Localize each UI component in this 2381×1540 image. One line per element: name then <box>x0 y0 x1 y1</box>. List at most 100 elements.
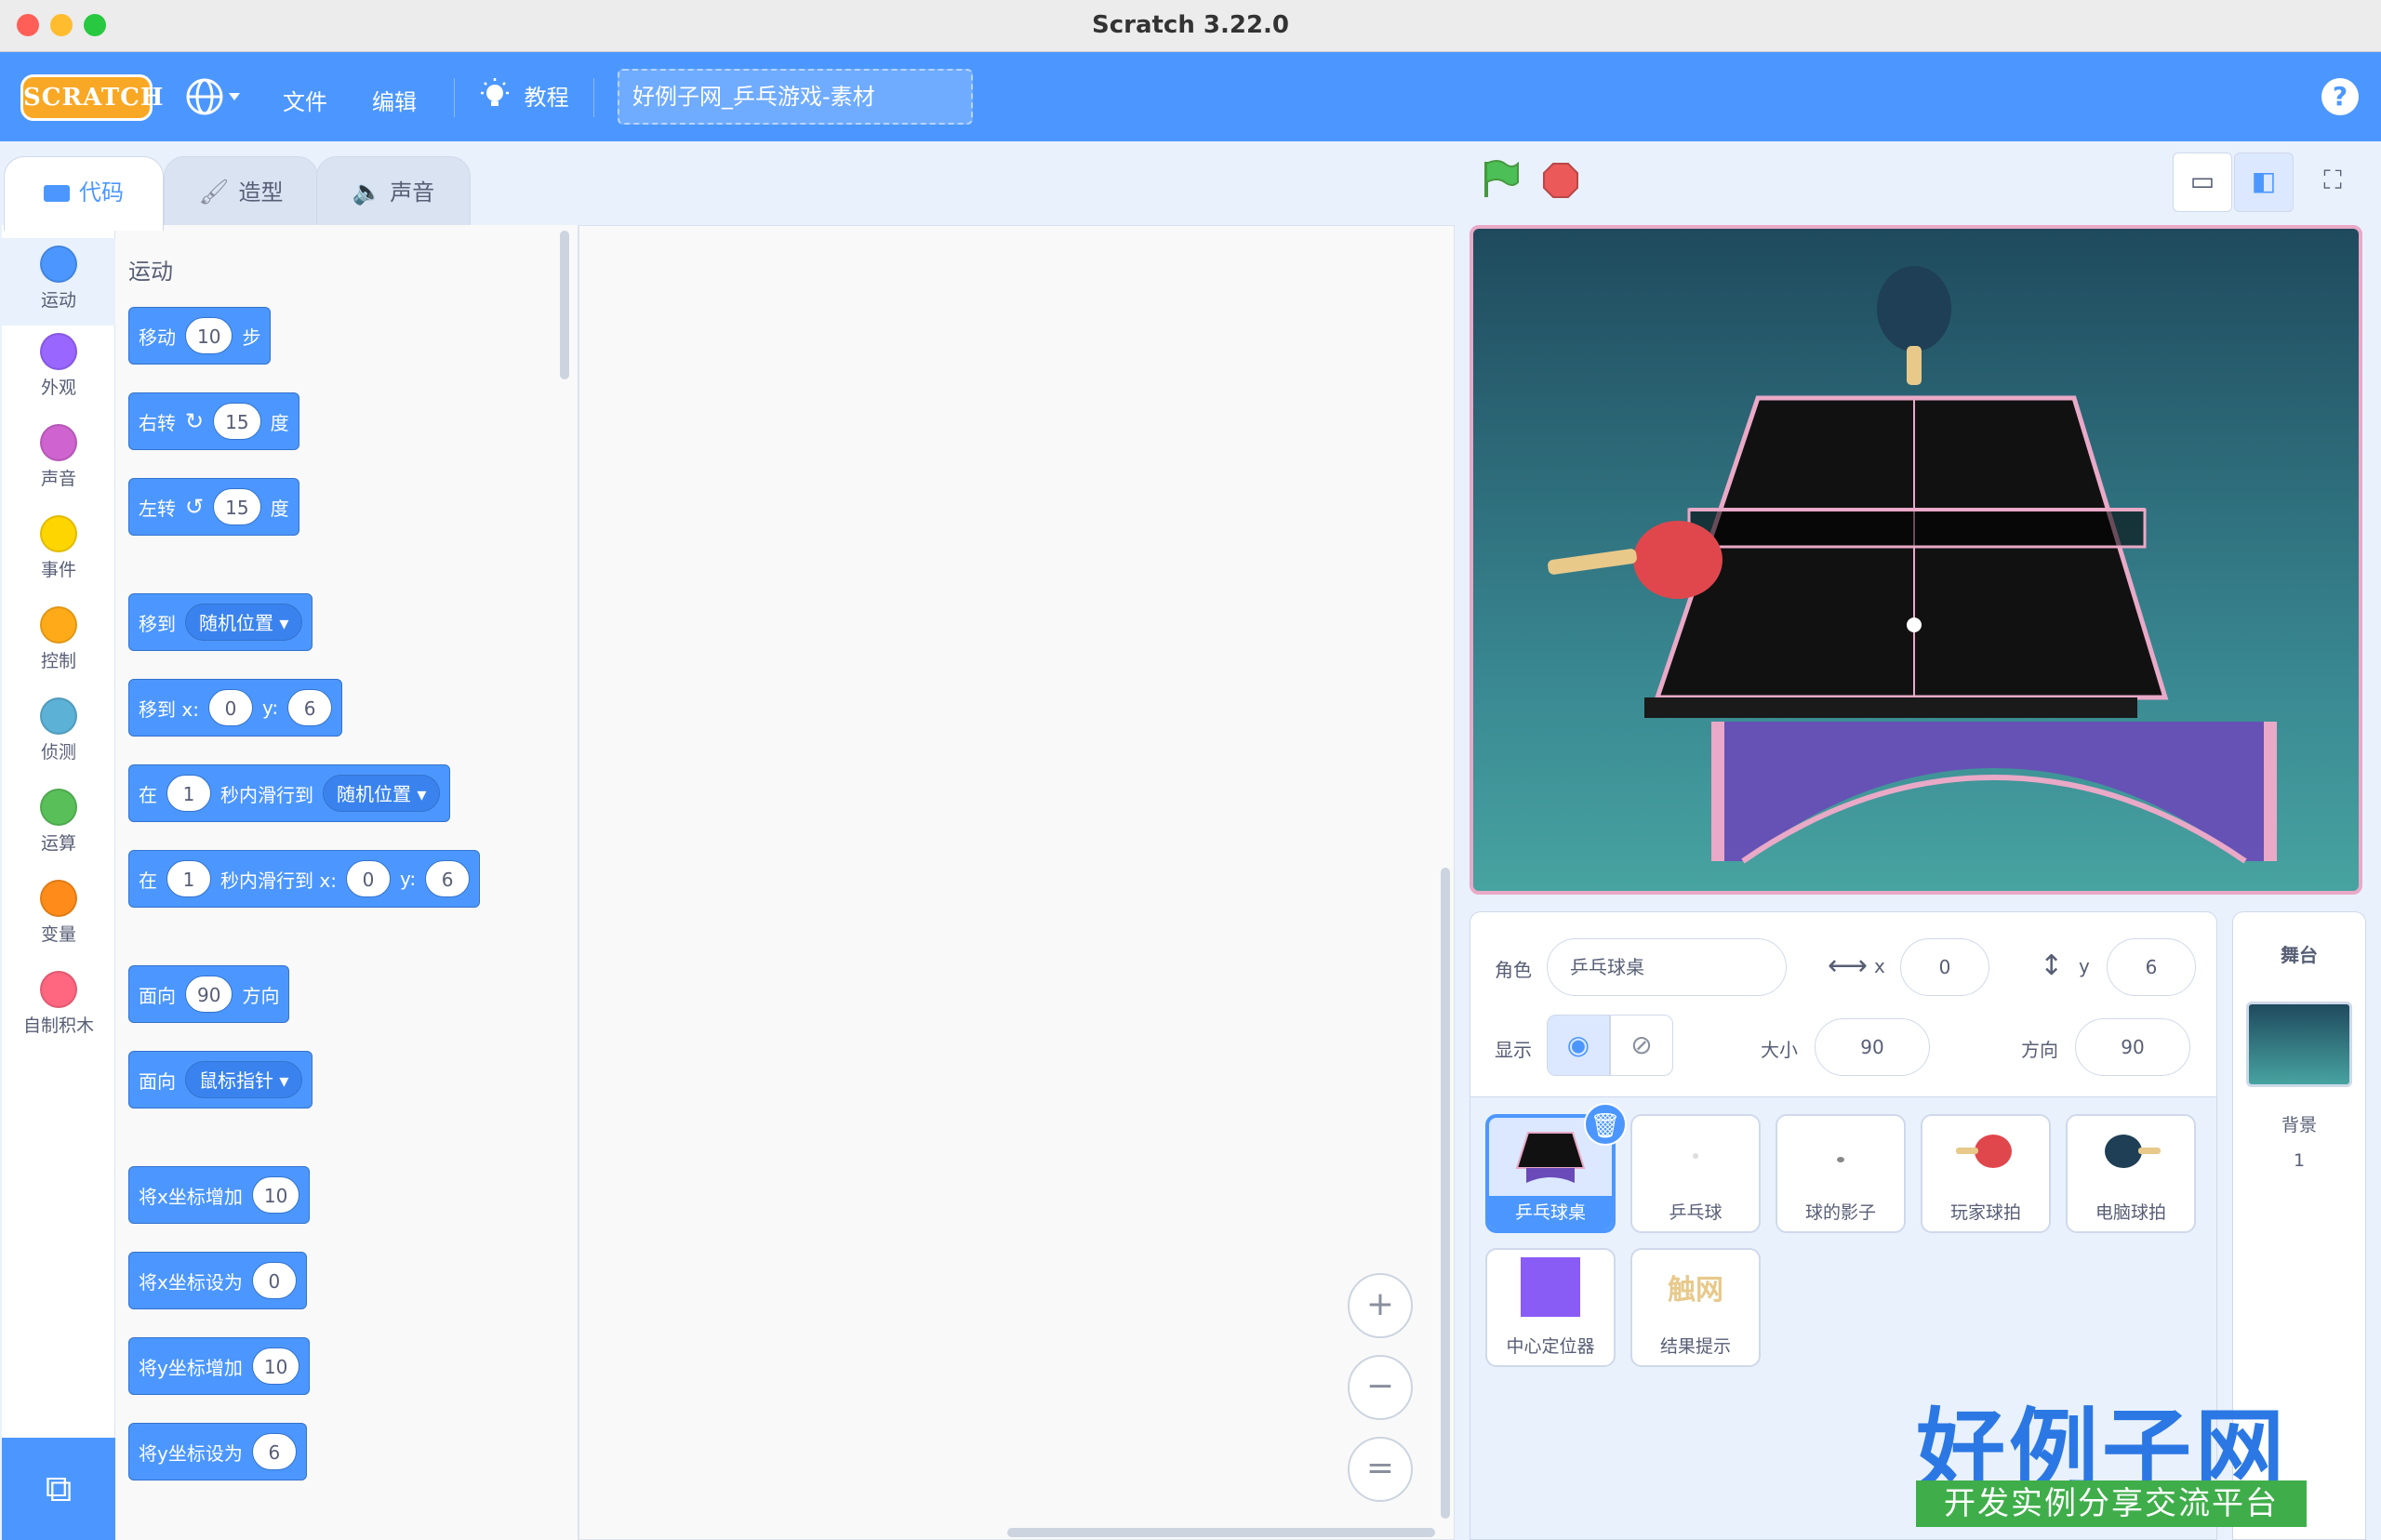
globe-icon <box>186 78 240 115</box>
direction-input[interactable]: 90 <box>2075 1018 2190 1076</box>
category-control[interactable]: 控制 <box>2 599 115 672</box>
sprite-tile[interactable]: 乒乓球 <box>1630 1114 1761 1233</box>
small-stage-button[interactable]: ▭ <box>2173 153 2232 212</box>
tab-code-label: 代码 <box>79 179 124 206</box>
category-operators[interactable]: 运算 <box>2 781 115 855</box>
block-number-input[interactable]: 0 <box>207 689 253 726</box>
category-variables[interactable]: 变量 <box>2 872 115 946</box>
turn-left-block[interactable]: 左转 ↺ 15 度 <box>128 478 299 536</box>
block-number-input[interactable]: 6 <box>425 860 471 897</box>
sprite-tile[interactable]: 电脑球拍 <box>2066 1114 2196 1233</box>
y-input[interactable]: 6 <box>2107 938 2196 996</box>
add-extension-button[interactable]: ⧉ <box>2 1438 115 1540</box>
goto-block[interactable]: 移到 随机位置 ▾ <box>128 593 313 651</box>
tab-sounds[interactable]: 🔈 声音 <box>316 156 471 227</box>
category-events[interactable]: 事件 <box>2 508 115 581</box>
stage-canvas[interactable] <box>1470 225 2362 895</box>
category-sound[interactable]: 声音 <box>2 417 115 490</box>
stop-icon[interactable] <box>1542 162 1579 199</box>
file-menu[interactable]: 文件 <box>283 84 327 116</box>
block-number-input[interactable]: 1 <box>166 860 211 897</box>
direction-label: 方向 <box>2021 1039 2058 1061</box>
category-label: 声音 <box>40 469 76 489</box>
glide-xy-block[interactable]: 在 1 秒内滑行到 x: 0 y: 6 <box>128 850 481 908</box>
sprite-name: 乒乓球 <box>1669 1202 1723 1223</box>
block-number-input[interactable]: 6 <box>287 689 333 726</box>
block-dropdown[interactable]: 鼠标指针 ▾ <box>185 1061 303 1098</box>
point-direction-block[interactable]: 面向 90 方向 <box>128 965 290 1023</box>
x-input[interactable]: 0 <box>1900 938 1989 996</box>
block-number-input[interactable]: 90 <box>185 976 233 1013</box>
sprite-tile[interactable]: 球的影子 <box>1776 1114 1906 1233</box>
category-sensing[interactable]: 侦测 <box>2 690 115 763</box>
tab-costumes[interactable]: 🖌 造型 <box>164 156 318 227</box>
menu-bar: SCRATCH 文件 编辑 教程 好例子网_乒乓游戏-素材 ? <box>0 52 2381 141</box>
sprite-thumbnail <box>1515 1132 1586 1183</box>
block-number-input[interactable]: 15 <box>213 488 261 525</box>
script-horizontal-scrollbar[interactable] <box>1007 1528 1435 1537</box>
category-looks[interactable]: 外观 <box>2 325 115 399</box>
menu-divider <box>593 78 594 117</box>
sprite-thumbnail <box>1693 1153 1698 1159</box>
block-number-input[interactable]: 1 <box>166 775 211 812</box>
block-dropdown[interactable]: 随机位置 ▾ <box>323 775 441 812</box>
turn-right-block[interactable]: 右转 ↻ 15 度 <box>128 392 299 450</box>
change-x-block[interactable]: 将x坐标增加 10 <box>128 1166 311 1224</box>
dropdown-arrow-icon: ▾ <box>279 612 289 634</box>
category-motion[interactable]: 运动 <box>2 238 115 325</box>
set-x-block[interactable]: 将x坐标设为 0 <box>128 1252 307 1309</box>
backdrops-label: 背景 <box>2281 1115 2317 1135</box>
sprite-tile[interactable]: 玩家球拍 <box>1921 1114 2051 1233</box>
delete-sprite-button[interactable]: 🗑 <box>1584 1103 1627 1146</box>
category-label: 变量 <box>40 924 76 945</box>
script-area[interactable]: + − = <box>579 225 1455 1540</box>
dropdown-value: 随机位置 <box>337 783 411 805</box>
scratch-logo[interactable]: SCRATCH <box>20 74 163 121</box>
size-label: 大小 <box>1761 1039 1798 1061</box>
block-dropdown[interactable]: 随机位置 ▾ <box>185 604 303 641</box>
zoom-in-button[interactable]: + <box>1348 1273 1413 1338</box>
speaker-icon: 🔈 <box>352 179 383 206</box>
change-y-block[interactable]: 将y坐标增加 10 <box>128 1337 311 1395</box>
zoom-out-button[interactable]: − <box>1348 1355 1413 1420</box>
block-number-input[interactable]: 10 <box>185 317 233 354</box>
sprite-name: 结果提示 <box>1659 1336 1731 1357</box>
block-number-input[interactable]: 0 <box>251 1262 297 1299</box>
edit-menu[interactable]: 编辑 <box>372 84 417 116</box>
tutorials-menu[interactable]: 教程 <box>476 76 569 113</box>
language-menu[interactable] <box>184 73 244 126</box>
stage-scene <box>1548 266 2277 864</box>
palette-scrollbar[interactable] <box>560 231 569 379</box>
category-my-blocks[interactable]: 自制积木 <box>2 963 115 1037</box>
set-y-block[interactable]: 将y坐标设为 6 <box>128 1423 307 1480</box>
project-title-input[interactable]: 好例子网_乒乓游戏-素材 <box>618 69 973 125</box>
sprite-tile[interactable]: 触网 结果提示 <box>1630 1248 1761 1367</box>
sprite-tile[interactable]: 🗑 乒乓球桌 <box>1485 1103 1627 1233</box>
category-dot <box>40 789 77 826</box>
sprite-name-input[interactable]: 乒乓球桌 <box>1547 938 1787 996</box>
block-number-input[interactable]: 6 <box>251 1433 297 1470</box>
tab-code[interactable]: 代码 <box>4 156 164 231</box>
block-number-input[interactable]: 10 <box>251 1176 300 1214</box>
sprite-label: 角色 <box>1495 959 1532 981</box>
help-button[interactable]: ? <box>2321 78 2359 115</box>
point-towards-block[interactable]: 面向 鼠标指针 ▾ <box>128 1051 313 1109</box>
show-sprite-button[interactable]: ◉ <box>1547 1015 1610 1076</box>
tutorials-label: 教程 <box>524 84 569 111</box>
green-flag-icon[interactable] <box>1479 158 1520 199</box>
sprite-thumbnail <box>1956 1135 2012 1168</box>
block-number-input[interactable]: 0 <box>345 860 391 897</box>
size-input[interactable]: 90 <box>1815 1018 1930 1076</box>
glide-block[interactable]: 在 1 秒内滑行到 随机位置 ▾ <box>128 764 451 822</box>
move-steps-block[interactable]: 移动 10 步 <box>128 307 272 365</box>
zoom-reset-button[interactable]: = <box>1348 1437 1413 1502</box>
block-text: 度 <box>270 497 289 520</box>
script-vertical-scrollbar[interactable] <box>1441 868 1450 1519</box>
fullscreen-button[interactable]: ⛶ <box>2303 153 2362 212</box>
goto-xy-block[interactable]: 移到 x: 0 y: 6 <box>128 679 343 737</box>
hide-sprite-button[interactable]: ⊘ <box>1610 1015 1673 1076</box>
sprite-tile[interactable]: 中心定位器 <box>1485 1248 1616 1367</box>
block-number-input[interactable]: 10 <box>251 1348 300 1385</box>
block-number-input[interactable]: 15 <box>213 403 261 440</box>
normal-stage-button[interactable]: ◧ <box>2234 153 2294 212</box>
